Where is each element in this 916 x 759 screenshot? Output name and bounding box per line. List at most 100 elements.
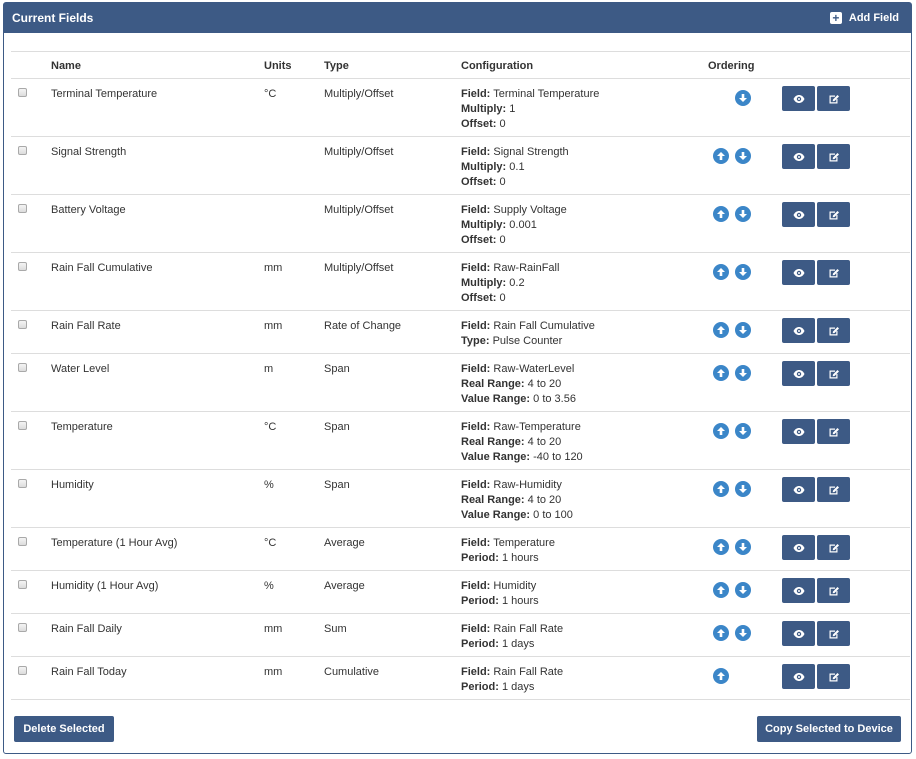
move-down-icon[interactable]	[735, 148, 751, 164]
edit-button[interactable]	[817, 260, 850, 285]
row-checkbox[interactable]	[18, 146, 27, 155]
config-line: Field: Humidity	[461, 579, 539, 594]
view-button[interactable]	[782, 535, 815, 560]
config-line: Field: Raw-WaterLevel	[461, 362, 576, 377]
config-value: 0	[499, 234, 506, 246]
move-down-icon[interactable]	[735, 90, 751, 106]
move-up-icon[interactable]	[713, 481, 729, 497]
add-field-button[interactable]: + Add Field	[829, 12, 899, 24]
view-button[interactable]	[782, 318, 815, 343]
move-up-icon[interactable]	[713, 206, 729, 222]
row-checkbox[interactable]	[18, 666, 27, 675]
edit-button[interactable]	[817, 535, 850, 560]
field-type: Multiply/Offset	[324, 262, 394, 274]
column-header-ordering: Ordering	[708, 60, 755, 72]
row-checkbox[interactable]	[18, 537, 27, 546]
config-value: Raw-RainFall	[493, 262, 560, 274]
config-key: Field:	[461, 320, 491, 332]
row-actions	[782, 318, 852, 343]
table-row: Battery Voltage Multiply/Offset Field: Sup…	[11, 195, 910, 253]
eye-icon	[793, 267, 805, 279]
config-line: Real Range: 4 to 20	[461, 435, 583, 450]
edit-button[interactable]	[817, 86, 850, 111]
move-down-icon[interactable]	[735, 206, 751, 222]
row-checkbox[interactable]	[18, 421, 27, 430]
edit-button[interactable]	[817, 318, 850, 343]
view-button[interactable]	[782, 621, 815, 646]
view-button[interactable]	[782, 202, 815, 227]
config-key: Period:	[461, 595, 499, 607]
edit-button[interactable]	[817, 144, 850, 169]
table-row: Rain Fall Rate mm Rate of Change Field: Rai…	[11, 311, 910, 354]
config-value: 1 hours	[501, 552, 539, 564]
config-value: 0.2	[509, 277, 525, 289]
config-key: Multiply:	[461, 161, 507, 173]
config-key: Multiply:	[461, 103, 507, 115]
config-key: Field:	[461, 580, 491, 592]
field-units: mm	[264, 666, 283, 678]
fields-table: Name Units Type Configuration Ordering T…	[11, 51, 910, 700]
config-value: Raw-Humidity	[493, 479, 562, 491]
row-checkbox[interactable]	[18, 320, 27, 329]
move-up-icon[interactable]	[713, 322, 729, 338]
edit-button[interactable]	[817, 202, 850, 227]
config-line: Multiply: 0.2	[461, 276, 559, 291]
move-down-icon[interactable]	[735, 365, 751, 381]
table-header: Name Units Type Configuration Ordering	[11, 51, 910, 79]
row-checkbox[interactable]	[18, 363, 27, 372]
view-button[interactable]	[782, 578, 815, 603]
move-down-icon[interactable]	[735, 481, 751, 497]
move-down-icon[interactable]	[735, 264, 751, 280]
row-checkbox[interactable]	[18, 479, 27, 488]
edit-button[interactable]	[817, 578, 850, 603]
edit-button[interactable]	[817, 477, 850, 502]
move-up-icon[interactable]	[713, 668, 729, 684]
delete-selected-button[interactable]: Delete Selected	[14, 716, 114, 742]
view-button[interactable]	[782, 144, 815, 169]
edit-button[interactable]	[817, 664, 850, 689]
row-checkbox[interactable]	[18, 88, 27, 97]
edit-button[interactable]	[817, 419, 850, 444]
move-down-icon[interactable]	[735, 625, 751, 641]
row-checkbox[interactable]	[18, 262, 27, 271]
config-key: Multiply:	[461, 277, 507, 289]
move-up-icon[interactable]	[713, 148, 729, 164]
edit-icon	[828, 325, 840, 337]
view-button[interactable]	[782, 664, 815, 689]
move-up-icon[interactable]	[713, 539, 729, 555]
config-value: Raw-WaterLevel	[493, 363, 575, 375]
config-value: 0 to 100	[533, 509, 573, 521]
move-down-icon[interactable]	[735, 322, 751, 338]
config-line: Field: Rain Fall Rate	[461, 665, 563, 680]
edit-button[interactable]	[817, 621, 850, 646]
move-down-icon[interactable]	[735, 423, 751, 439]
column-header-name: Name	[51, 60, 81, 72]
field-name: Humidity (1 Hour Avg)	[51, 580, 159, 592]
table-body: Terminal Temperature °C Multiply/Offset Fie…	[11, 79, 910, 700]
view-button[interactable]	[782, 86, 815, 111]
row-checkbox[interactable]	[18, 580, 27, 589]
move-up-icon[interactable]	[713, 423, 729, 439]
view-button[interactable]	[782, 260, 815, 285]
move-down-icon[interactable]	[735, 539, 751, 555]
view-button[interactable]	[782, 419, 815, 444]
move-up-icon[interactable]	[713, 264, 729, 280]
edit-button[interactable]	[817, 361, 850, 386]
config-key: Type:	[461, 335, 490, 347]
row-checkbox[interactable]	[18, 204, 27, 213]
config-key: Period:	[461, 681, 499, 693]
ordering-controls	[713, 423, 757, 441]
row-actions	[782, 664, 852, 689]
row-checkbox[interactable]	[18, 623, 27, 632]
move-up-icon[interactable]	[713, 625, 729, 641]
move-up-icon[interactable]	[713, 582, 729, 598]
config-line: Field: Raw-RainFall	[461, 261, 559, 276]
copy-selected-to-device-button[interactable]: Copy Selected to Device	[757, 716, 901, 742]
view-button[interactable]	[782, 361, 815, 386]
move-up-icon[interactable]	[713, 365, 729, 381]
row-actions	[782, 419, 852, 444]
config-value: Terminal Temperature	[493, 88, 600, 100]
move-down-icon[interactable]	[735, 582, 751, 598]
eye-icon	[793, 585, 805, 597]
view-button[interactable]	[782, 477, 815, 502]
